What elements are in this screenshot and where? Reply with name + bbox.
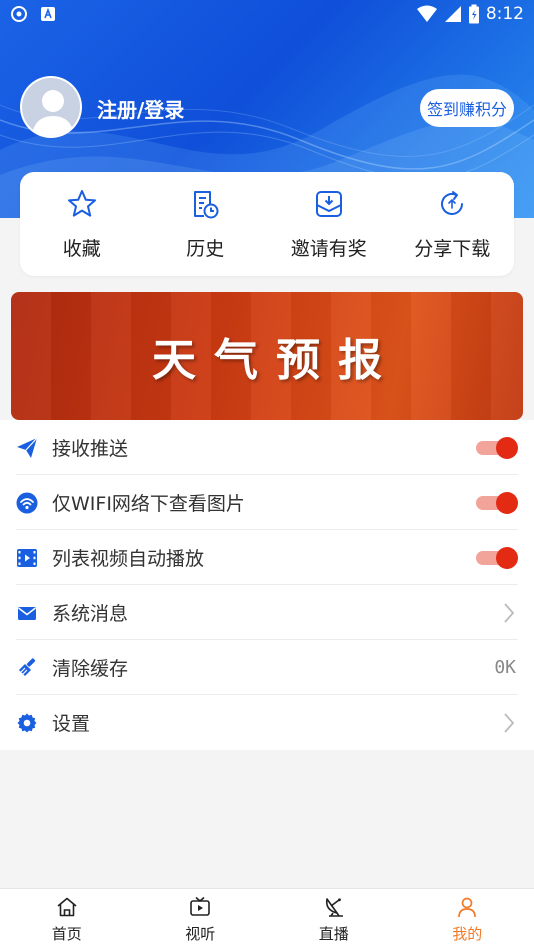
- tab-label: 视听: [185, 925, 216, 943]
- chevron-right-icon: [504, 712, 515, 733]
- bottom-tab-bar: 首页 视听 直播 我的: [0, 888, 534, 950]
- push-toggle[interactable]: [476, 436, 518, 459]
- quick-action-label: 邀请有奖: [290, 238, 367, 260]
- tab-label: 直播: [318, 925, 349, 943]
- satellite-dish-icon: [325, 898, 343, 917]
- text-notification-icon: [41, 7, 55, 21]
- quick-action-invite[interactable]: 邀请有奖: [267, 172, 391, 276]
- tab-home[interactable]: 首页: [0, 889, 134, 950]
- settings-row-label: 系统消息: [52, 603, 129, 625]
- video-icon: [17, 548, 37, 567]
- settings-row-label: 仅WIFI网络下查看图片: [52, 493, 245, 515]
- status-time: 8:12: [485, 4, 524, 24]
- battery-icon: [468, 4, 479, 24]
- sign-in-points-button[interactable]: 签到赚积分: [420, 89, 514, 127]
- broom-icon: [19, 657, 36, 676]
- wifi-icon: [16, 492, 38, 513]
- avatar[interactable]: [20, 76, 82, 138]
- tab-label: 首页: [51, 925, 82, 943]
- tab-label: 我的: [452, 925, 483, 943]
- quick-action-favorites[interactable]: 收藏: [20, 172, 144, 276]
- mail-icon: [18, 606, 36, 620]
- settings-row-label: 清除缓存: [52, 658, 129, 680]
- toggle-knob: [496, 546, 518, 569]
- settings-row-autoplay[interactable]: 列表视频自动播放: [0, 530, 534, 585]
- autoplay-toggle[interactable]: [476, 546, 518, 569]
- weather-forecast-banner[interactable]: 天气预报: [11, 292, 523, 420]
- home-icon: [57, 897, 77, 917]
- quick-action-share[interactable]: 分享下载: [391, 172, 515, 276]
- settings-row-system-messages[interactable]: 系统消息: [0, 585, 534, 640]
- paper-plane-icon: [17, 437, 38, 458]
- status-bar: 8:12: [0, 0, 534, 28]
- banner-title: 天气预报: [152, 335, 400, 386]
- settings-row-wifi-images[interactable]: 仅WIFI网络下查看图片: [0, 475, 534, 530]
- tab-audiovisual[interactable]: 视听: [134, 889, 268, 950]
- gear-icon: [17, 713, 37, 732]
- app-notification-icon: [11, 6, 27, 22]
- quick-action-label: 历史: [186, 238, 225, 260]
- wifi-status-icon: [416, 5, 437, 22]
- cache-size-value: 0K: [494, 657, 516, 678]
- chevron-right-icon: [504, 602, 515, 623]
- quick-action-history[interactable]: 历史: [144, 172, 268, 276]
- share-icon: [441, 191, 464, 215]
- settings-row-label: 接收推送: [52, 438, 129, 460]
- quick-action-label: 分享下载: [414, 238, 491, 260]
- invite-icon: [315, 191, 342, 217]
- tab-live[interactable]: 直播: [267, 889, 401, 950]
- settings-row-clear-cache[interactable]: 清除缓存 0K: [0, 640, 534, 695]
- signal-icon: [444, 6, 461, 22]
- tv-icon: [190, 896, 211, 916]
- settings-row-push[interactable]: 接收推送: [0, 420, 534, 475]
- settings-row-settings[interactable]: 设置: [0, 695, 534, 750]
- toggle-knob: [496, 436, 518, 459]
- quick-action-label: 收藏: [62, 238, 101, 260]
- star-icon: [67, 190, 96, 217]
- tab-mine[interactable]: 我的: [401, 889, 534, 950]
- settings-row-label: 设置: [52, 713, 91, 735]
- settings-list: 接收推送 仅WIFI网络下查看图片 列表视频自动播放 系统消息 清除缓存 0K …: [0, 420, 534, 750]
- login-register-link[interactable]: 注册/登录: [97, 94, 184, 123]
- quick-actions-card: 收藏 历史 邀请有奖 分享下载: [20, 172, 514, 276]
- user-icon: [458, 897, 477, 918]
- settings-row-label: 列表视频自动播放: [52, 548, 205, 570]
- wifi-images-toggle[interactable]: [476, 491, 518, 514]
- history-icon: [194, 191, 219, 219]
- toggle-knob: [496, 491, 518, 514]
